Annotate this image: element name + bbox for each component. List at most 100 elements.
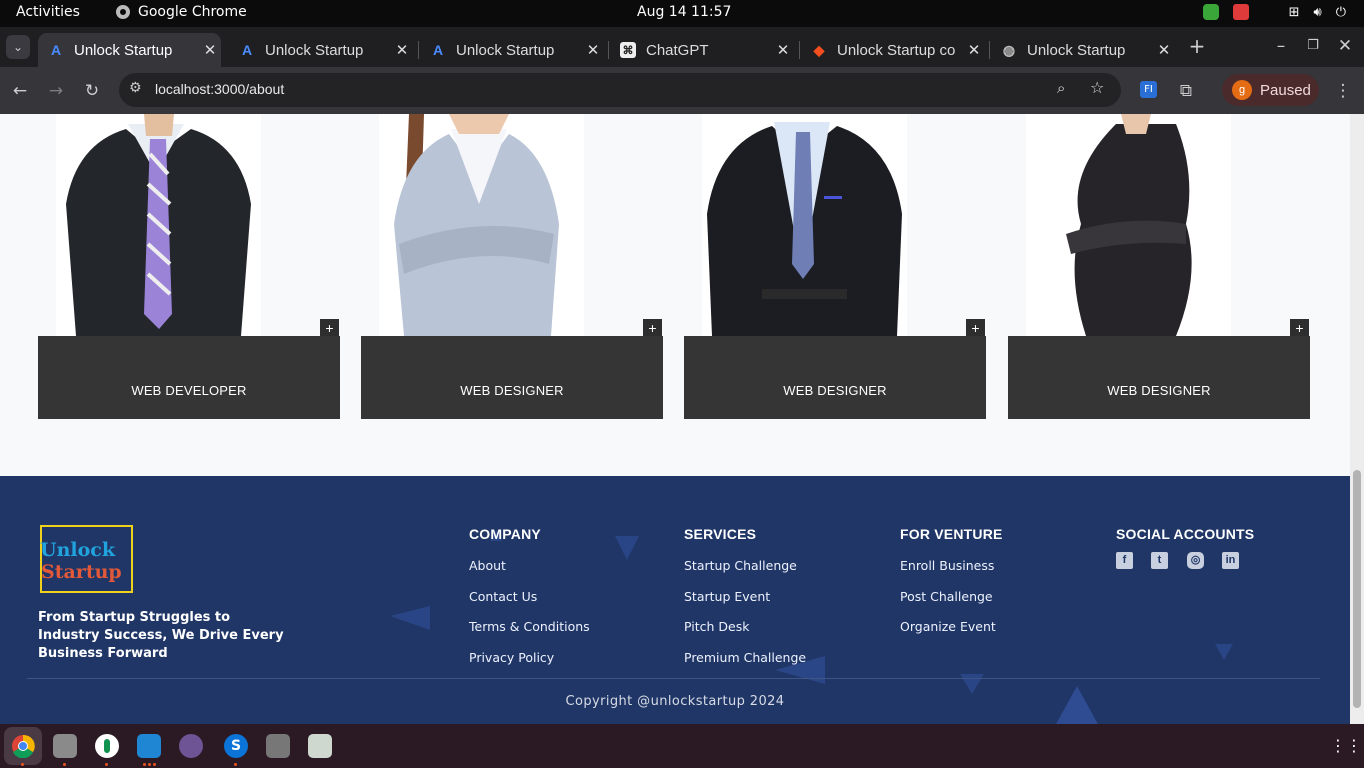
services-heading: SERVICES <box>684 526 757 542</box>
system-top-bar: Activities Google Chrome Aug 14 11:57 ⊞ … <box>0 0 1364 27</box>
chatgpt-icon: ⌘ <box>620 42 636 58</box>
profile-button[interactable]: g Paused <box>1222 74 1319 106</box>
footer-link-about[interactable]: About <box>469 558 506 573</box>
close-icon[interactable]: ✕ <box>772 41 794 59</box>
expand-plus-button[interactable]: + <box>966 319 985 337</box>
new-tab-button[interactable]: + <box>1185 34 1209 58</box>
activities-button[interactable]: Activities <box>16 4 80 20</box>
chrome-menu-icon[interactable]: ⋮ <box>1331 79 1355 103</box>
address-bar[interactable]: ⚙ localhost:3000/about ⌕ ☆ <box>119 73 1121 107</box>
chrome-icon[interactable] <box>11 734 35 758</box>
tab-3[interactable]: ⌘ ChatGPT ✕ <box>610 33 794 67</box>
footer-link-post-challenge[interactable]: Post Challenge <box>900 589 993 604</box>
footer-link-startup-challenge[interactable]: Startup Challenge <box>684 558 797 573</box>
tab-5[interactable]: ◍ Unlock Startup ✕ <box>991 33 1175 67</box>
team-photo <box>702 114 907 336</box>
bookmark-star-icon[interactable]: ☆ <box>1090 78 1104 97</box>
close-icon[interactable]: ✕ <box>582 41 604 59</box>
browser-toolbar: ← → ↻ ⚙ localhost:3000/about ⌕ ☆ FI ⧉ g … <box>0 67 1364 114</box>
power-icon[interactable]: ⏻ <box>1336 5 1346 20</box>
decor-triangle <box>1215 644 1233 660</box>
minimize-button[interactable]: – <box>1269 34 1293 58</box>
footer-link-contact[interactable]: Contact Us <box>469 589 537 604</box>
zoom-icon[interactable]: ⌕ <box>1057 79 1065 97</box>
skype-icon[interactable]: S <box>224 734 248 758</box>
close-icon[interactable]: ✕ <box>963 41 985 59</box>
scrollbar-thumb[interactable] <box>1353 470 1361 708</box>
tab-title: ChatGPT <box>646 41 709 59</box>
expand-plus-button[interactable]: + <box>643 319 662 337</box>
team-photo <box>1026 114 1231 336</box>
dock: S ⋮⋮⋮ <box>0 724 1364 768</box>
tab-title: Unlock Startup co <box>837 41 956 59</box>
expand-plus-button[interactable]: + <box>320 319 339 337</box>
expand-plus-button[interactable]: + <box>1290 319 1309 337</box>
decor-triangle <box>390 606 430 630</box>
footer-logo[interactable]: Unlock Startup <box>40 525 133 593</box>
app-menu[interactable]: Google Chrome <box>115 4 247 20</box>
team-role: WEB DESIGNER <box>684 336 986 419</box>
tab-1[interactable]: A Unlock Startup ✕ <box>229 33 413 67</box>
logo-text-unlock: Unlock <box>40 539 116 561</box>
venture-heading: FOR VENTURE <box>900 526 1003 542</box>
url-text[interactable]: localhost:3000/about <box>155 81 284 97</box>
tab-title: Unlock Startup <box>74 41 173 59</box>
back-button[interactable]: ← <box>8 79 32 103</box>
team-card: + WEB DESIGNER <box>361 114 663 419</box>
logo-text-startup: Startup <box>41 561 122 583</box>
avatar: g <box>1232 80 1252 100</box>
tab-2[interactable]: A Unlock Startup ✕ <box>420 33 604 67</box>
mongodb-compass-icon[interactable] <box>95 734 119 758</box>
github-desktop-icon[interactable] <box>179 734 203 758</box>
show-apps-icon[interactable]: ⋮⋮⋮ <box>1330 736 1364 755</box>
system-tray[interactable]: ⊞ 🔊︎ ⏻ <box>1202 4 1346 20</box>
globe-icon: ◍ <box>1002 41 1016 58</box>
tab-0[interactable]: A Unlock Startup ✕ <box>38 33 221 67</box>
unlock-startup-icon: A <box>50 42 62 58</box>
files-icon[interactable] <box>53 734 77 758</box>
reload-button[interactable]: ↻ <box>80 79 104 103</box>
update-icon[interactable] <box>1202 4 1219 20</box>
close-window-button[interactable]: ✕ <box>1333 34 1357 58</box>
footer-link-premium-challenge[interactable]: Premium Challenge <box>684 650 806 665</box>
tab-search-button[interactable]: ⌄ <box>6 35 30 59</box>
site-footer: Unlock Startup From Startup Struggles to… <box>0 476 1350 724</box>
facebook-icon[interactable]: f <box>1116 552 1133 569</box>
footer-tagline: From Startup Struggles to Industry Succe… <box>38 610 284 661</box>
footer-link-enroll-business[interactable]: Enroll Business <box>900 558 994 573</box>
footer-link-startup-event[interactable]: Startup Event <box>684 589 770 604</box>
volume-icon[interactable]: 🔊︎ <box>1314 5 1322 20</box>
figma-icon: ◆ <box>813 41 825 58</box>
profile-status: Paused <box>1260 81 1311 99</box>
page-scrollbar[interactable] <box>1350 114 1364 724</box>
site-info-icon[interactable]: ⚙ <box>129 80 142 96</box>
trash-icon[interactable] <box>308 734 332 758</box>
tab-4[interactable]: ◆ Unlock Startup co ✕ <box>801 33 985 67</box>
drive-icon[interactable] <box>266 734 290 758</box>
team-card: + WEB DEVELOPER <box>38 114 340 419</box>
vscode-icon[interactable] <box>137 734 161 758</box>
twitter-icon[interactable]: t <box>1151 552 1168 569</box>
forward-button[interactable]: → <box>44 79 68 103</box>
chrome-icon <box>116 5 130 19</box>
footer-link-organize-event[interactable]: Organize Event <box>900 619 996 634</box>
footer-link-pitch-desk[interactable]: Pitch Desk <box>684 619 749 634</box>
clock[interactable]: Aug 14 11:57 <box>637 4 731 20</box>
maximize-button[interactable]: ❐ <box>1301 34 1325 58</box>
extension-fi-icon[interactable]: FI <box>1140 81 1157 98</box>
close-icon[interactable]: ✕ <box>199 41 221 59</box>
close-icon[interactable]: ✕ <box>391 41 413 59</box>
team-role: WEB DEVELOPER <box>38 336 340 419</box>
footer-link-terms[interactable]: Terms & Conditions <box>469 619 590 634</box>
team-card: + WEB DESIGNER <box>684 114 986 419</box>
close-icon[interactable]: ✕ <box>1153 41 1175 59</box>
extensions-puzzle-icon[interactable]: ⧉ <box>1174 79 1198 103</box>
team-card: + WEB DESIGNER <box>1008 114 1310 419</box>
tab-title: Unlock Startup <box>456 41 555 59</box>
footer-link-privacy[interactable]: Privacy Policy <box>469 650 554 665</box>
linkedin-icon[interactable]: in <box>1222 552 1239 569</box>
anydesk-icon[interactable] <box>1232 4 1249 20</box>
app-name: Google Chrome <box>138 4 247 20</box>
network-icon[interactable]: ⊞ <box>1289 5 1300 20</box>
instagram-icon[interactable]: ◎ <box>1187 552 1204 569</box>
